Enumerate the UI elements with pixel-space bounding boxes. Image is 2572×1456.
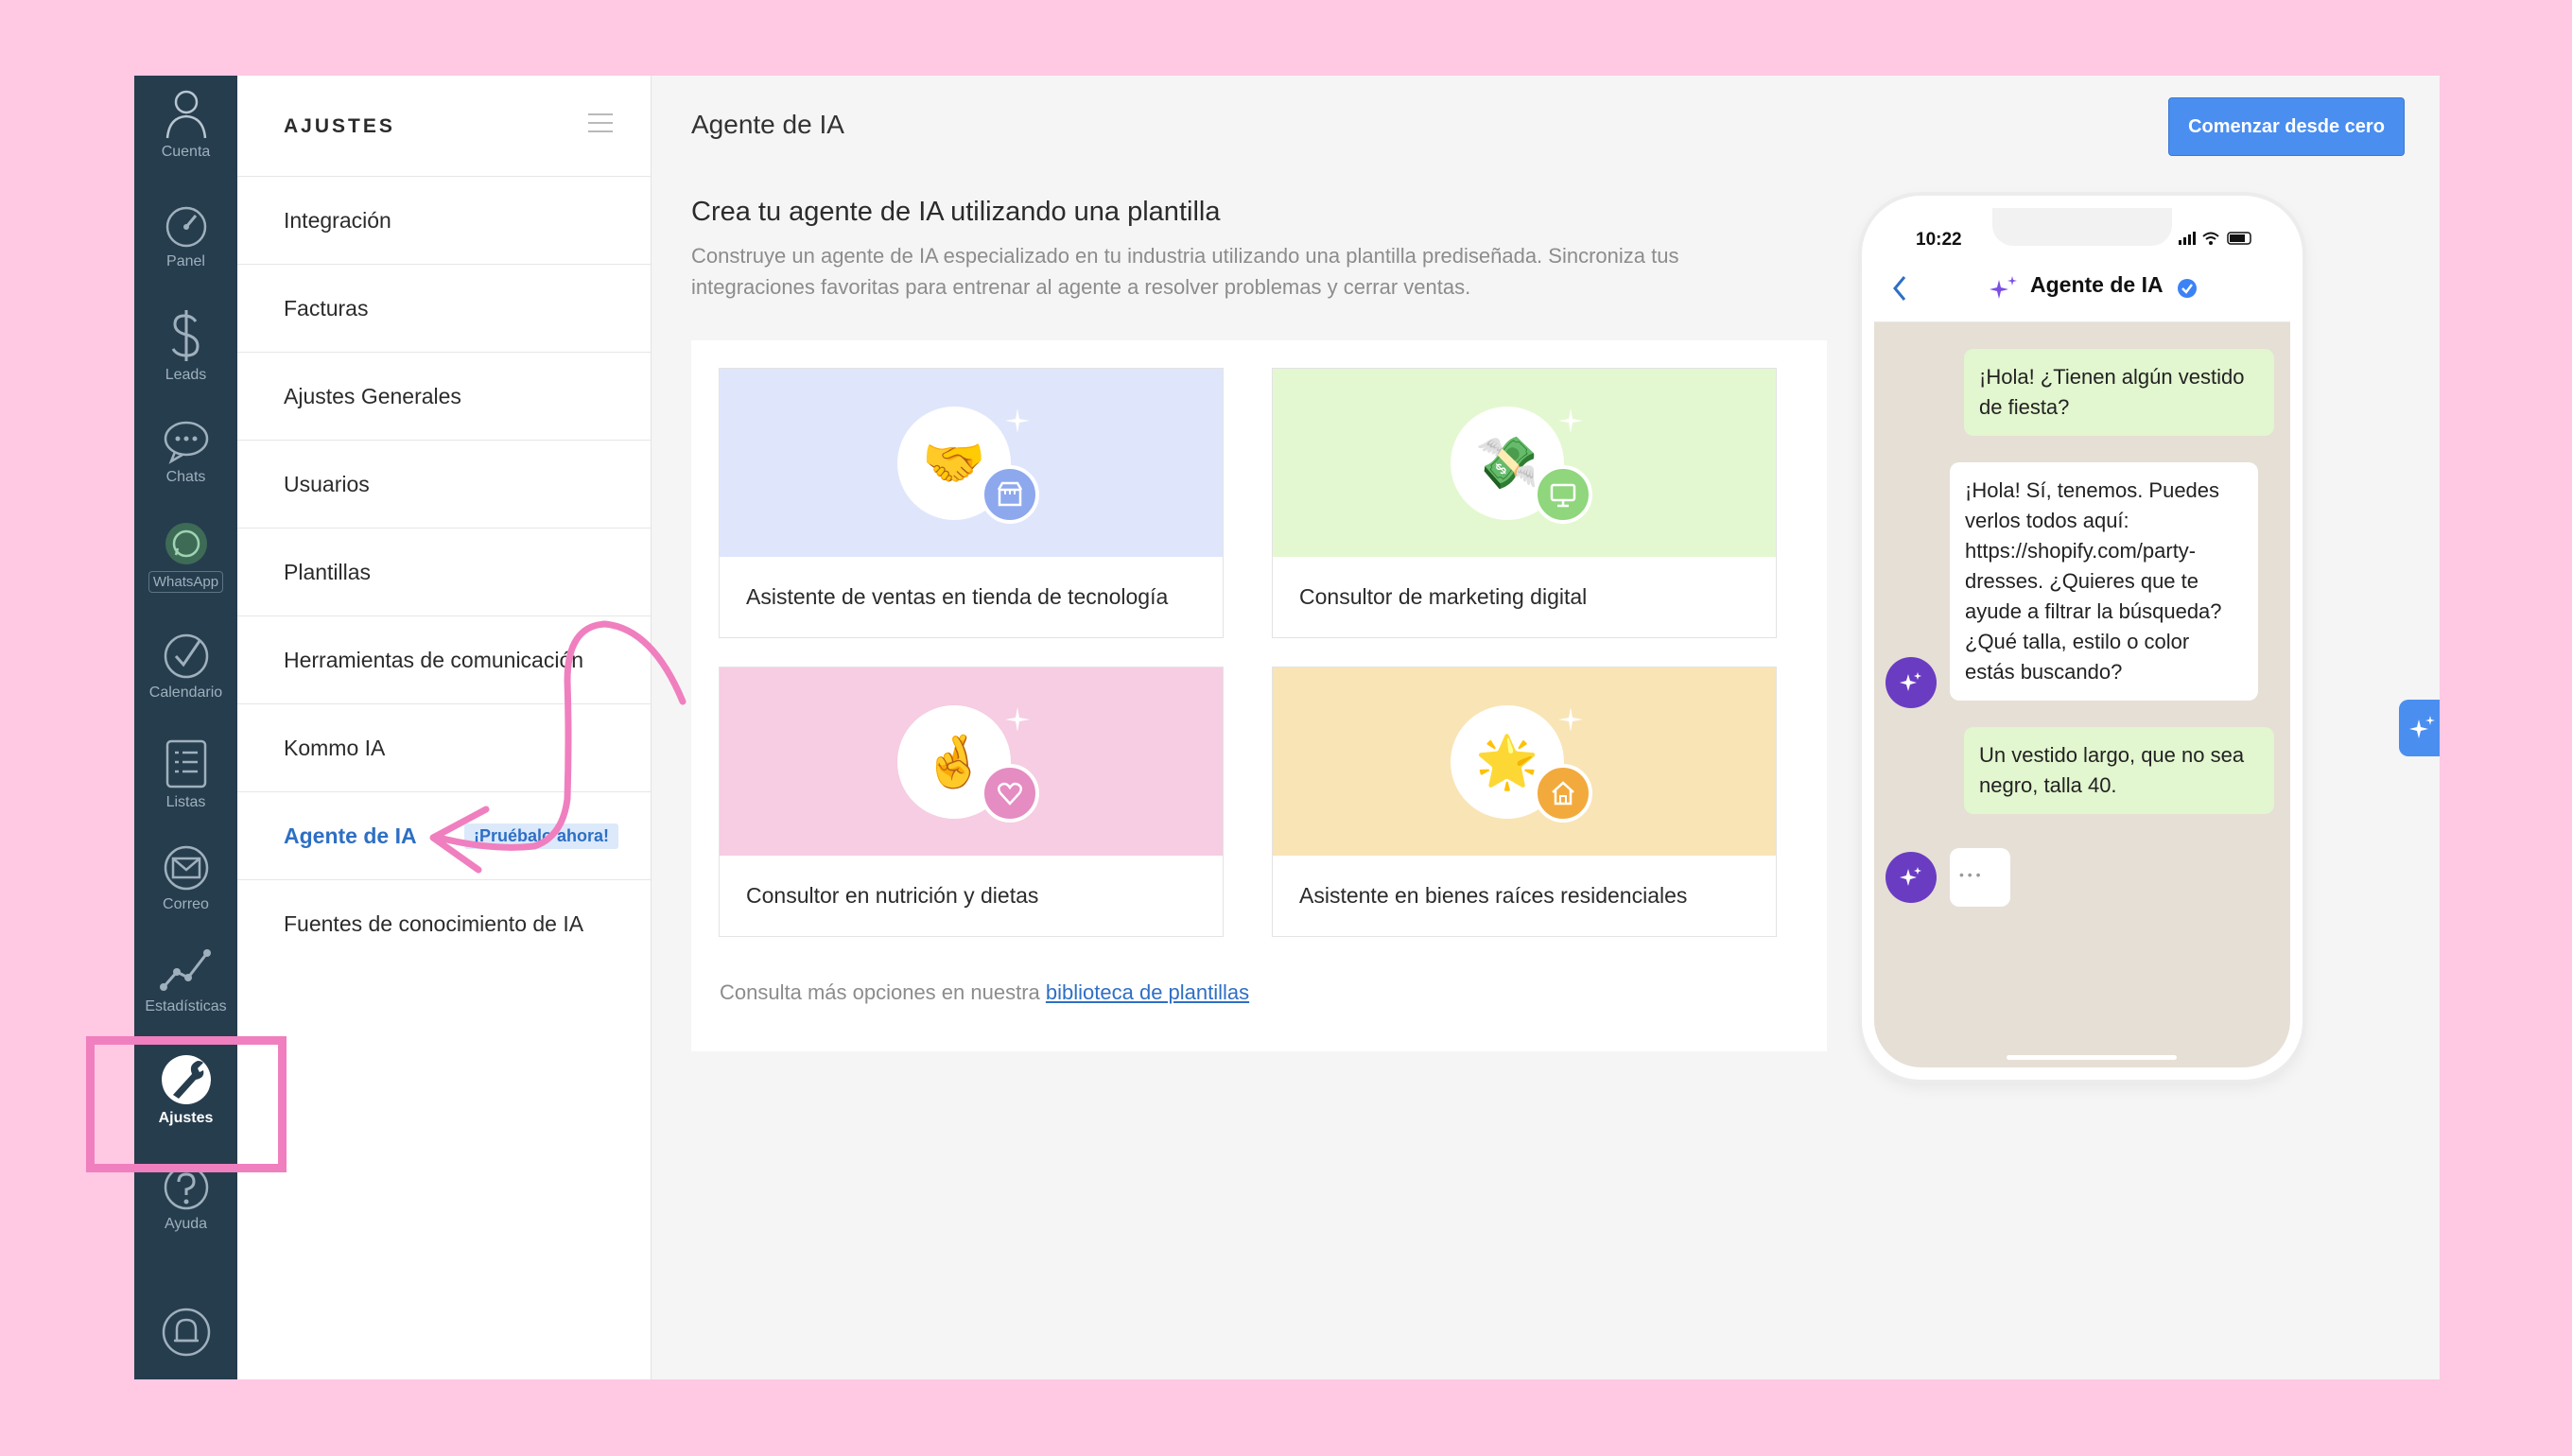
- pink-annotation-arrow: [429, 620, 686, 874]
